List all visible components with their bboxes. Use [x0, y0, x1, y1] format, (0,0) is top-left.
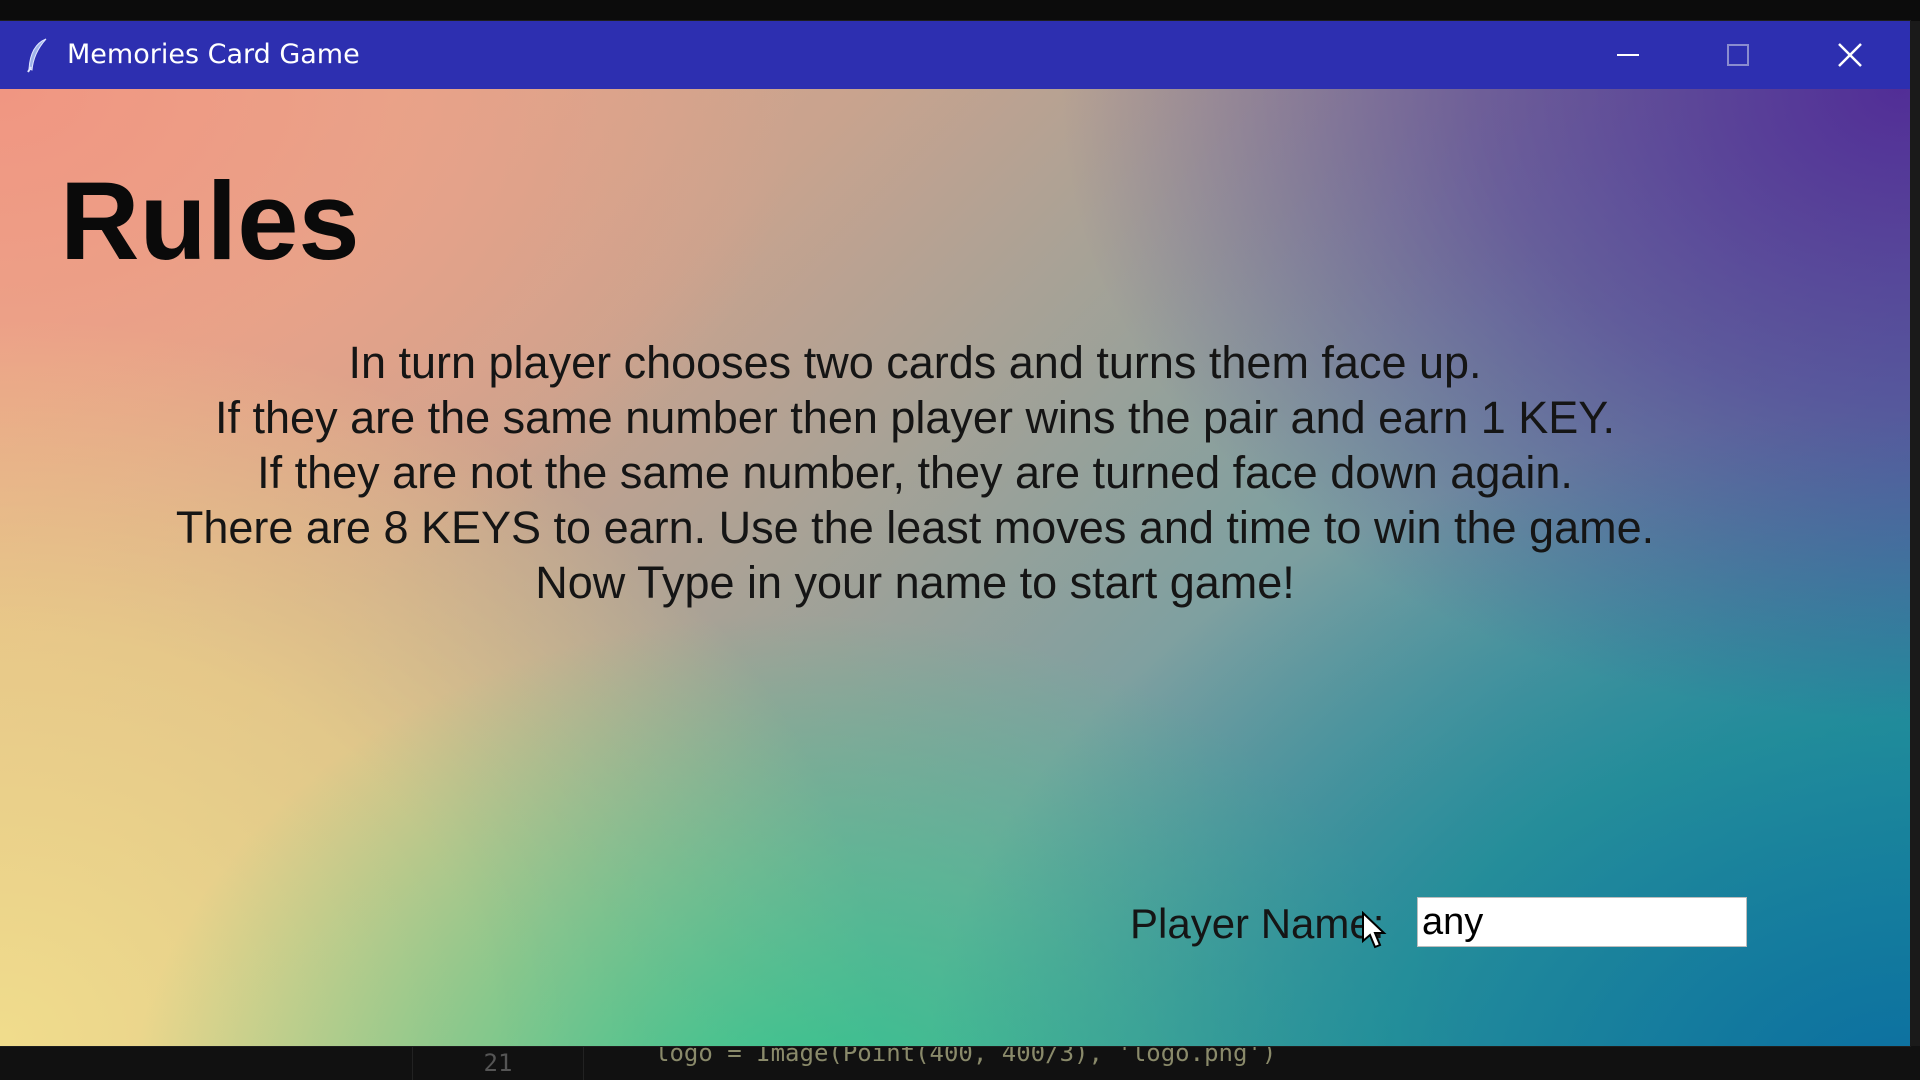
rules-line: In turn player chooses two cards and tur… [348, 337, 1482, 388]
close-icon [1838, 43, 1862, 67]
title-bar[interactable]: Memories Card Game [0, 21, 1910, 89]
code-line: logo = Image(Point(400, 400/3), 'logo.pn… [655, 1046, 1277, 1067]
player-name-input[interactable] [1417, 897, 1747, 947]
player-name-label: Player Name: [1130, 900, 1385, 947]
background-code-editor: 21 logo = Image(Point(400, 400/3), 'logo… [0, 1046, 1920, 1080]
minimize-button[interactable] [1573, 21, 1683, 89]
game-window: Memories Card Game Rules In turn player … [0, 21, 1910, 1046]
rules-line: Now Type in your name to start game! [535, 557, 1295, 608]
rules-line: There are 8 KEYS to earn. Use the least … [175, 502, 1655, 553]
maximize-icon [1727, 44, 1749, 66]
mouse-pointer-icon [1362, 911, 1387, 949]
screen: 21 logo = Image(Point(400, 400/3), 'logo… [0, 0, 1920, 1080]
window-title: Memories Card Game [67, 39, 360, 70]
maximize-button[interactable] [1683, 21, 1793, 89]
rules-heading: Rules [60, 160, 360, 283]
feather-icon [27, 38, 47, 73]
rules-line: If they are the same number then player … [215, 392, 1615, 443]
line-number: 21 [412, 1046, 584, 1080]
close-button[interactable] [1795, 21, 1905, 89]
rules-line: If they are not the same number, they ar… [257, 447, 1573, 498]
rules-text: In turn player chooses two cards and tur… [100, 335, 1730, 610]
game-canvas: Rules In turn player chooses two cards a… [0, 89, 1910, 1046]
minimize-icon [1617, 54, 1639, 56]
desktop-edge [1910, 21, 1920, 1046]
